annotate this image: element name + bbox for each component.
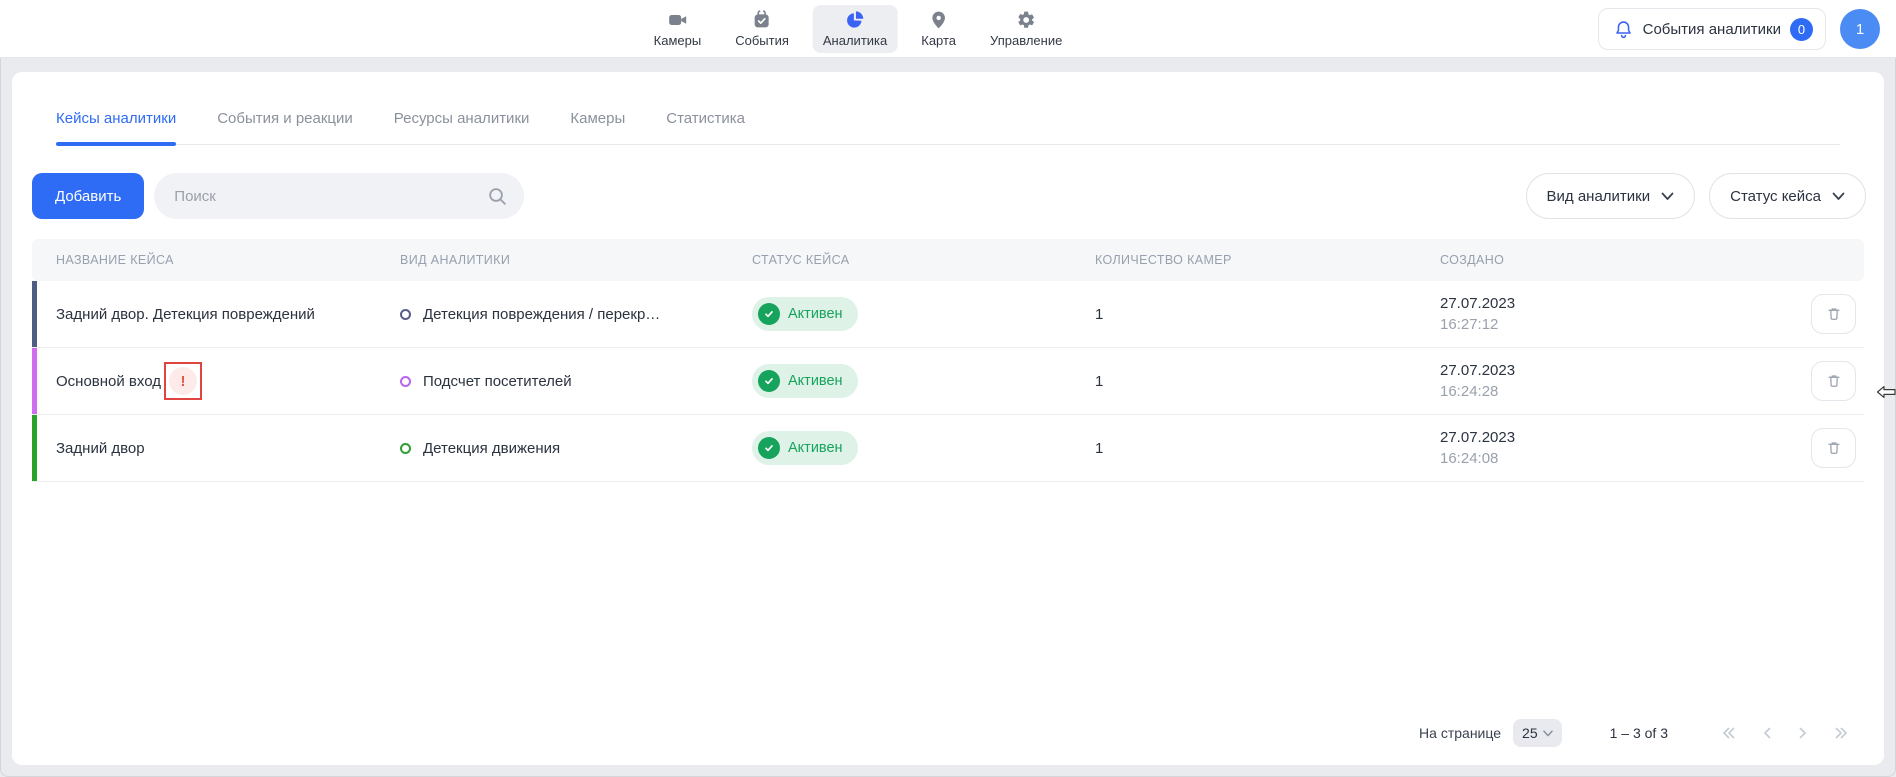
status-label: Активен — [788, 373, 843, 389]
warning-icon: ! — [169, 367, 197, 395]
warning-highlight-box: ! — [164, 362, 202, 400]
toolbar: Добавить Вид аналитики Статус кейса — [32, 173, 1866, 219]
case-name: Основной вход — [56, 373, 161, 390]
chevron-down-icon — [1661, 192, 1674, 201]
check-icon — [758, 370, 780, 392]
pie-chart-icon — [844, 10, 866, 30]
tab-events-reactions[interactable]: События и реакции — [217, 110, 353, 144]
case-name: Задний двор. Детекция повреждений — [56, 306, 315, 323]
avatar[interactable]: 1 — [1840, 9, 1880, 49]
gear-icon — [1016, 10, 1037, 30]
delete-button[interactable] — [1811, 361, 1856, 401]
mouse-cursor — [1876, 384, 1896, 400]
prev-page-button[interactable] — [1761, 725, 1773, 741]
column-camera-count: КОЛИЧЕСТВО КАМЕР — [1095, 253, 1440, 267]
cases-table: НАЗВАНИЕ КЕЙСА ВИД АНАЛИТИКИ СТАТУС КЕЙС… — [32, 239, 1864, 707]
trash-icon — [1825, 439, 1843, 457]
column-analytics-type: ВИД АНАЛИТИКИ — [400, 253, 752, 267]
top-bar: Камеры События Аналитика Карта Управлени — [0, 0, 1896, 58]
nav-item-cameras[interactable]: Камеры — [644, 5, 712, 53]
column-case-status: СТАТУС КЕЙСА — [752, 253, 1095, 267]
filters: Вид аналитики Статус кейса — [1526, 173, 1866, 219]
tab-bar: Кейсы аналитики События и реакции Ресурс… — [56, 72, 1840, 145]
created-time: 16:24:28 — [1440, 383, 1790, 400]
created-date: 27.07.2023 — [1440, 295, 1790, 312]
nav-item-management[interactable]: Управление — [980, 5, 1072, 53]
analytics-type: Детекция повреждения / перекр… — [423, 306, 660, 323]
created-time: 16:27:12 — [1440, 316, 1790, 333]
add-button[interactable]: Добавить — [32, 173, 144, 219]
table-header: НАЗВАНИЕ КЕЙСА ВИД АНАЛИТИКИ СТАТУС КЕЙС… — [32, 239, 1864, 281]
delete-button[interactable] — [1811, 428, 1856, 468]
status-badge: Активен — [752, 364, 858, 398]
first-page-button[interactable] — [1720, 725, 1737, 741]
chevron-down-icon — [1543, 730, 1553, 737]
check-icon — [758, 437, 780, 459]
search-input[interactable] — [174, 188, 487, 205]
analytics-type: Подсчет посетителей — [423, 373, 572, 390]
row-color-bar — [32, 348, 37, 414]
check-icon — [758, 303, 780, 325]
camera-icon — [666, 10, 688, 30]
created-time: 16:24:08 — [1440, 450, 1790, 467]
delete-button[interactable] — [1811, 294, 1856, 334]
analytics-events-label: События аналитики — [1643, 21, 1781, 38]
main-nav: Камеры События Аналитика Карта Управлени — [644, 0, 1073, 58]
events-icon — [751, 10, 773, 30]
status-label: Активен — [788, 440, 843, 456]
analytics-events-button[interactable]: События аналитики 0 — [1598, 8, 1826, 50]
nav-item-analytics[interactable]: Аналитика — [813, 5, 897, 53]
analytics-type-icon — [400, 376, 411, 387]
analytics-panel: Кейсы аналитики События и реакции Ресурс… — [12, 72, 1884, 765]
camera-count: 1 — [1095, 306, 1440, 323]
trash-icon — [1825, 372, 1843, 390]
tab-statistics[interactable]: Статистика — [666, 110, 745, 144]
created-date: 27.07.2023 — [1440, 429, 1790, 446]
nav-label: Управление — [990, 33, 1062, 48]
per-page-select[interactable]: 25 — [1513, 719, 1562, 747]
analytics-type-filter[interactable]: Вид аналитики — [1526, 173, 1696, 219]
nav-label: Карта — [921, 33, 956, 48]
nav-item-map[interactable]: Карта — [911, 5, 966, 53]
status-badge: Активен — [752, 431, 858, 465]
per-page-label: На странице — [1419, 725, 1501, 741]
chevron-down-icon — [1832, 192, 1845, 201]
column-case-name: НАЗВАНИЕ КЕЙСА — [32, 253, 400, 267]
table-row[interactable]: Задний двор. Детекция повреждений Детекц… — [32, 281, 1864, 348]
search-box — [154, 173, 524, 219]
row-color-bar — [32, 415, 37, 481]
last-page-button[interactable] — [1833, 725, 1850, 741]
nav-label: Камеры — [654, 33, 702, 48]
nav-item-events[interactable]: События — [725, 5, 799, 53]
nav-label: Аналитика — [823, 33, 887, 48]
bell-icon — [1613, 19, 1634, 40]
tab-analytics-resources[interactable]: Ресурсы аналитики — [394, 110, 530, 144]
status-label: Активен — [788, 306, 843, 322]
next-page-button[interactable] — [1797, 725, 1809, 741]
case-name: Задний двор — [56, 440, 145, 457]
row-color-bar — [32, 281, 37, 347]
notification-count-badge: 0 — [1790, 18, 1813, 41]
pagination: На странице 25 1 – 3 of 3 — [12, 707, 1884, 765]
search-icon — [487, 186, 508, 207]
tab-cameras[interactable]: Камеры — [570, 110, 625, 144]
created-date: 27.07.2023 — [1440, 362, 1790, 379]
table-row[interactable]: Задний двор Детекция движения Активен 1 … — [32, 415, 1864, 482]
analytics-type-icon — [400, 309, 411, 320]
map-pin-icon — [928, 10, 950, 30]
nav-label: События — [735, 33, 789, 48]
camera-count: 1 — [1095, 373, 1440, 390]
trash-icon — [1825, 305, 1843, 323]
column-created: СОЗДАНО — [1440, 253, 1790, 267]
table-row[interactable]: Основной вход ! Подсчет посетителей Акти… — [32, 348, 1864, 415]
analytics-type-icon — [400, 443, 411, 454]
status-badge: Активен — [752, 297, 858, 331]
tab-analytics-cases[interactable]: Кейсы аналитики — [56, 110, 176, 144]
page-range: 1 – 3 of 3 — [1610, 725, 1668, 741]
top-bar-right: События аналитики 0 1 — [1598, 0, 1880, 58]
analytics-type: Детекция движения — [423, 440, 560, 457]
pager-controls — [1720, 725, 1850, 741]
case-status-filter[interactable]: Статус кейса — [1709, 173, 1866, 219]
camera-count: 1 — [1095, 440, 1440, 457]
